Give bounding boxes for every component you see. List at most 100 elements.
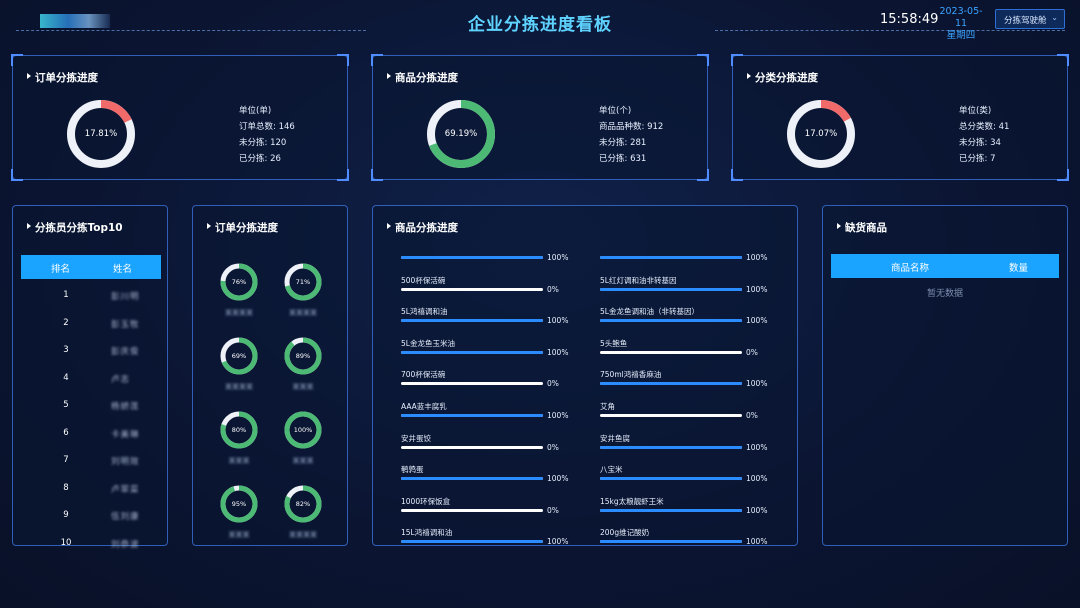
pending-count: 未分拣: 120 [239, 138, 287, 148]
order-stats: 单位(单) 订单总数: 146 未分拣: 120 已分拣: 26 [239, 103, 295, 167]
product-name: 200g维记酸奶 [600, 528, 650, 538]
progress-track [600, 350, 742, 354]
table-row: 5 杨娇莲 [21, 396, 161, 416]
product-progress-item: 艾角 0% [600, 401, 775, 427]
rank-number: 10 [60, 537, 72, 548]
progress-track [600, 477, 742, 481]
progress-percent: 100% [746, 442, 768, 452]
category-progress-panel: 分类分拣进度 17.07% 单位(类) 总分类数: 41 未分拣: 34 已分拣… [731, 54, 1069, 181]
product-name: 安井鱼腐 [600, 433, 630, 443]
progress-track [401, 414, 543, 417]
done-count: 已分拣: 26 [239, 154, 281, 164]
product-progress-item: 1000环保饭盒 0% [401, 496, 576, 522]
rank-number: 5 [63, 400, 69, 410]
picker-top10-panel: 分拣员分拣Top10 排名 姓名 1 彭川明 2 彭玉牧 3 彭庆俊 4 卢志 5 杨娇莲 6 卡美琳… [12, 205, 168, 550]
product-progress-item: 700杯保活碗 0% [401, 369, 576, 395]
product-progress-item: 100% [401, 243, 576, 269]
done-count: 已分拣: 631 [599, 154, 647, 164]
product-progress-item: AAA蓝丰腐乳 100% [401, 401, 576, 427]
table-row: 9 伍刘康 [21, 506, 161, 526]
col-product-name: 商品名称 [891, 263, 930, 274]
product-progress-item: 5L金龙鱼玉米油 100% [401, 338, 576, 364]
ring-name: 某某某 [292, 457, 314, 465]
picker-name: 卢志 [111, 374, 131, 385]
pending-count: 未分拣: 34 [959, 138, 1001, 148]
progress-fill [401, 540, 543, 544]
progress-fill [600, 477, 742, 481]
picker-name: 卢翠菜 [111, 484, 140, 495]
empty-state: 暂无数据 [926, 289, 963, 299]
product-stats: 单位(个) 商品品种数: 912 未分拣: 281 已分拣: 631 [599, 103, 663, 167]
table-row: 7 刘明效 [21, 451, 161, 471]
view-select-value: 分拣驾驶舱 [1004, 16, 1047, 26]
product-progress-panel: 商品分拣进度 69.19% 单位(个) 商品品种数: 912 未分拣: 281 … [371, 54, 709, 181]
pending-count: 未分拣: 281 [599, 138, 647, 148]
progress-percent: 100% [547, 537, 569, 547]
product-progress-item: 5L红灯调和油非转基因 100% [600, 275, 775, 301]
done-count: 已分拣: 7 [959, 154, 996, 164]
progress-percent: 100% [547, 347, 569, 357]
product-name: 5L金龙鱼玉米油 [401, 338, 455, 348]
rank-number: 6 [63, 427, 69, 438]
ring-percent: 100% [293, 426, 313, 434]
progress-track [401, 350, 543, 354]
view-select[interactable]: 分拣驾驶舱 ⌄ [995, 9, 1065, 29]
unit-label: 单位(个) [599, 106, 632, 116]
chevron-down-icon: ⌄ [1051, 13, 1058, 22]
picker-name: 杨娇莲 [111, 402, 140, 412]
progress-percent: 100% [746, 253, 768, 262]
panel-title: 订单分拣进度 [207, 222, 278, 234]
rank-number: 9 [63, 510, 69, 520]
progress-percent: 100% [547, 316, 569, 326]
progress-track [401, 477, 543, 481]
picker-name: 彭庆俊 [111, 347, 140, 357]
donut-percent-label: 69.19% [444, 129, 478, 139]
panel-title: 商品分拣进度 [387, 222, 458, 234]
progress-percent: 100% [547, 253, 569, 262]
product-name: 5L红灯调和油非转基因 [600, 275, 677, 285]
ring-name: 某某某某 [289, 309, 317, 317]
ring-percent: 76% [231, 278, 247, 286]
progress-percent: 0% [547, 379, 559, 389]
product-progress-item: 5L金龙鱼调和油（非转基因） 100% [600, 306, 775, 332]
product-name: 700杯保活碗 [401, 370, 446, 380]
ring-percent: 82% [295, 500, 311, 508]
product-progress-item: 500杯保活碗 0% [401, 275, 576, 301]
dashboard-header: 企业分拣进度看板 15:58:49 2023-05-11 星期四 分拣驾驶舱 ⌄ [0, 0, 1080, 44]
product-bars-panel: 商品分拣进度 100% 500杯保活碗 0% 5L鸿禧调和油 100% 5L金龙鱼玉米油 1… [372, 205, 798, 546]
rank-number: 8 [63, 482, 69, 493]
product-progress-item: 安井蛋饺 0% [401, 433, 576, 459]
ring-name: 某某某某 [225, 383, 253, 391]
ring-name: 某某某 [228, 457, 250, 465]
col-name: 姓名 [113, 264, 133, 275]
product-progress-item: 鹌鹑蛋 100% [401, 464, 576, 490]
order-progress-panel: 订单分拣进度 17.81% 单位(单) 订单总数: 146 未分拣: 120 已… [11, 54, 349, 181]
progress-fill [600, 287, 742, 291]
picker-name: 刘恭波 [111, 539, 140, 550]
progress-track [600, 287, 742, 291]
product-progress-item: 安井鱼腐 100% [600, 433, 775, 459]
table-row: 4 卢志 [21, 369, 161, 389]
product-name: 安井蛋饺 [401, 433, 431, 443]
progress-track [600, 445, 742, 449]
weekday-text: 星期四 [946, 30, 976, 41]
rank-number: 1 [63, 290, 69, 300]
table-row: 1 彭川明 [21, 286, 161, 306]
ring-percent: 80% [231, 426, 247, 434]
shortage-table-header: 商品名称 数量 [831, 254, 1059, 278]
progress-track [401, 256, 543, 259]
product-name: 15kg太粮靓虾王米 [600, 496, 664, 506]
rank-number: 7 [63, 455, 69, 465]
clock-time: 15:58:49 [880, 12, 939, 27]
progress-track [600, 382, 742, 386]
rank-number: 3 [63, 345, 69, 355]
progress-fill [600, 508, 742, 512]
progress-track [401, 319, 543, 323]
top10-table-header: 排名 姓名 [21, 255, 161, 279]
col-rank: 排名 [51, 264, 71, 275]
ring-percent: 71% [295, 278, 311, 286]
ring-name: 某某某某 [225, 309, 253, 317]
progress-percent: 0% [746, 411, 758, 420]
product-progress-item: 5L鸿禧调和油 100% [401, 306, 576, 332]
progress-percent: 100% [547, 474, 569, 484]
